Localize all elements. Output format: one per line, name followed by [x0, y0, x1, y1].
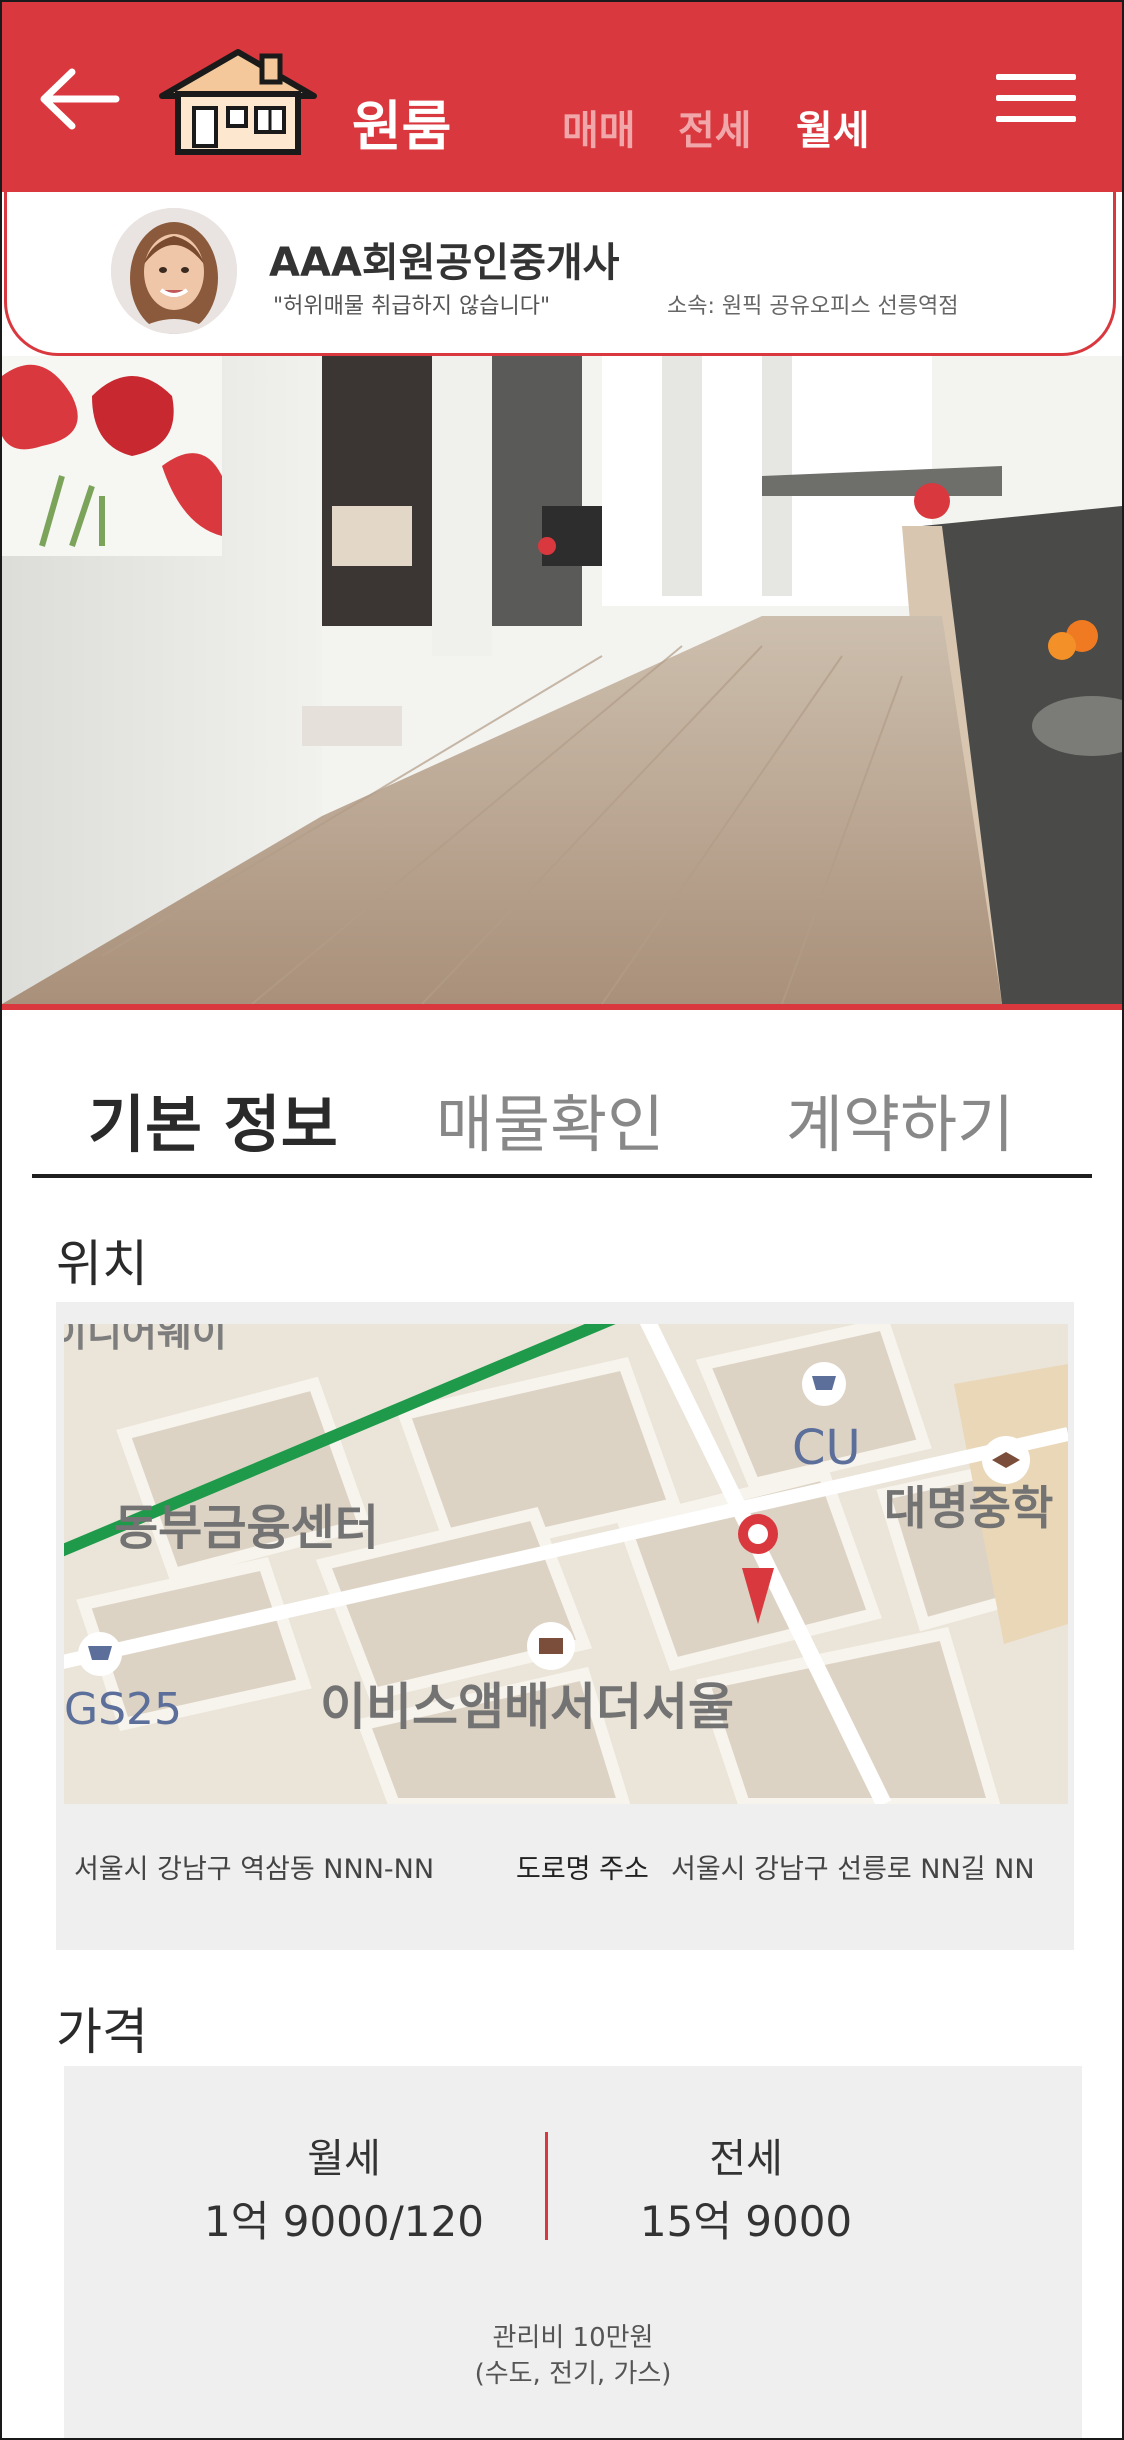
tab-contract[interactable]: 계약하기 — [786, 1074, 1014, 1164]
svg-text:GS25: GS25 — [64, 1684, 182, 1735]
lot-address: 서울시 강남구 역삼동 NNN-NN — [74, 1854, 435, 1885]
location-map[interactable]: 이니어웨이 CU 동부금융센터 대명중학 GS25 이비스앰배서더서울 — [64, 1324, 1068, 1804]
jeonse-value: 15억 9000 — [639, 2197, 853, 2246]
svg-text:대명중학: 대명중학 — [884, 1481, 1053, 1535]
jeonse-block: 전세 15억 9000 — [596, 2126, 896, 2249]
hamburger-menu-icon[interactable] — [996, 74, 1076, 126]
svg-text:이비스앰배서더서울: 이비스앰배서더서울 — [320, 1678, 734, 1736]
agent-card[interactable]: AAA회원공인중개사 "허위매물 취급하지 않습니다" 소속: 원픽 공유오피스… — [4, 192, 1116, 356]
agent-slogan: "허위매물 취급하지 않습니다" — [273, 294, 551, 319]
price-panel: 월세 1억 9000/120 전세 15억 9000 관리비 10만원 (수도,… — [64, 2066, 1082, 2438]
maintenance-fee: 관리비 10만원 (수도, 전기, 가스) — [64, 2320, 1082, 2392]
location-panel: 이니어웨이 CU 동부금융센터 대명중학 GS25 이비스앰배서더서울 서울시 … — [56, 1302, 1074, 1950]
road-address-label: 도로명 주소 — [516, 1854, 649, 1885]
jeonse-label: 전세 — [709, 2136, 783, 2182]
monthly-rent-label: 월세 — [307, 2136, 381, 2182]
price-heading: 가격 — [56, 2003, 148, 2061]
road-address: 서울시 강남구 선릉로 NN길 NN — [671, 1854, 1035, 1885]
deal-type-sale-tab[interactable]: 매매 — [562, 98, 636, 156]
tab-basic-info[interactable]: 기본 정보 — [88, 1074, 338, 1164]
maintenance-fee-amount: 관리비 10만원 — [492, 2323, 654, 2353]
monthly-rent-value: 1억 9000/120 — [204, 2197, 484, 2246]
deal-type-jeonse-tab[interactable]: 전세 — [678, 98, 752, 156]
price-divider — [545, 2132, 548, 2240]
deal-type-monthly-tab[interactable]: 월세 — [796, 98, 870, 156]
agent-avatar — [111, 208, 237, 334]
location-heading: 위치 — [56, 1235, 148, 1293]
top-header: 원룸 매매 전세 월세 — [2, 2, 1122, 192]
back-arrow-icon[interactable] — [36, 64, 120, 134]
svg-text:CU: CU — [792, 1420, 861, 1476]
app-frame: 원룸 매매 전세 월세 AAA회원공인중개사 "허위매물 취급하지 않습니다" … — [0, 0, 1124, 2440]
maintenance-fee-includes: (수도, 전기, 가스) — [474, 2359, 672, 2389]
svg-text:동부금융센터: 동부금융센터 — [114, 1500, 379, 1556]
page-title: 원룸 — [352, 95, 452, 158]
house-logo-icon — [152, 46, 324, 156]
agent-name: AAA회원공인중개사 — [269, 240, 620, 286]
agent-affiliation: 소속: 원픽 공유오피스 선릉역점 — [667, 294, 959, 319]
property-photo[interactable] — [2, 356, 1122, 1010]
detail-tabs: 기본 정보 매물확인 계약하기 — [32, 1062, 1092, 1178]
svg-text:이니어웨이: 이니어웨이 — [64, 1324, 227, 1355]
monthly-rent-block: 월세 1억 9000/120 — [194, 2126, 494, 2249]
tab-property-check[interactable]: 매물확인 — [436, 1074, 664, 1164]
